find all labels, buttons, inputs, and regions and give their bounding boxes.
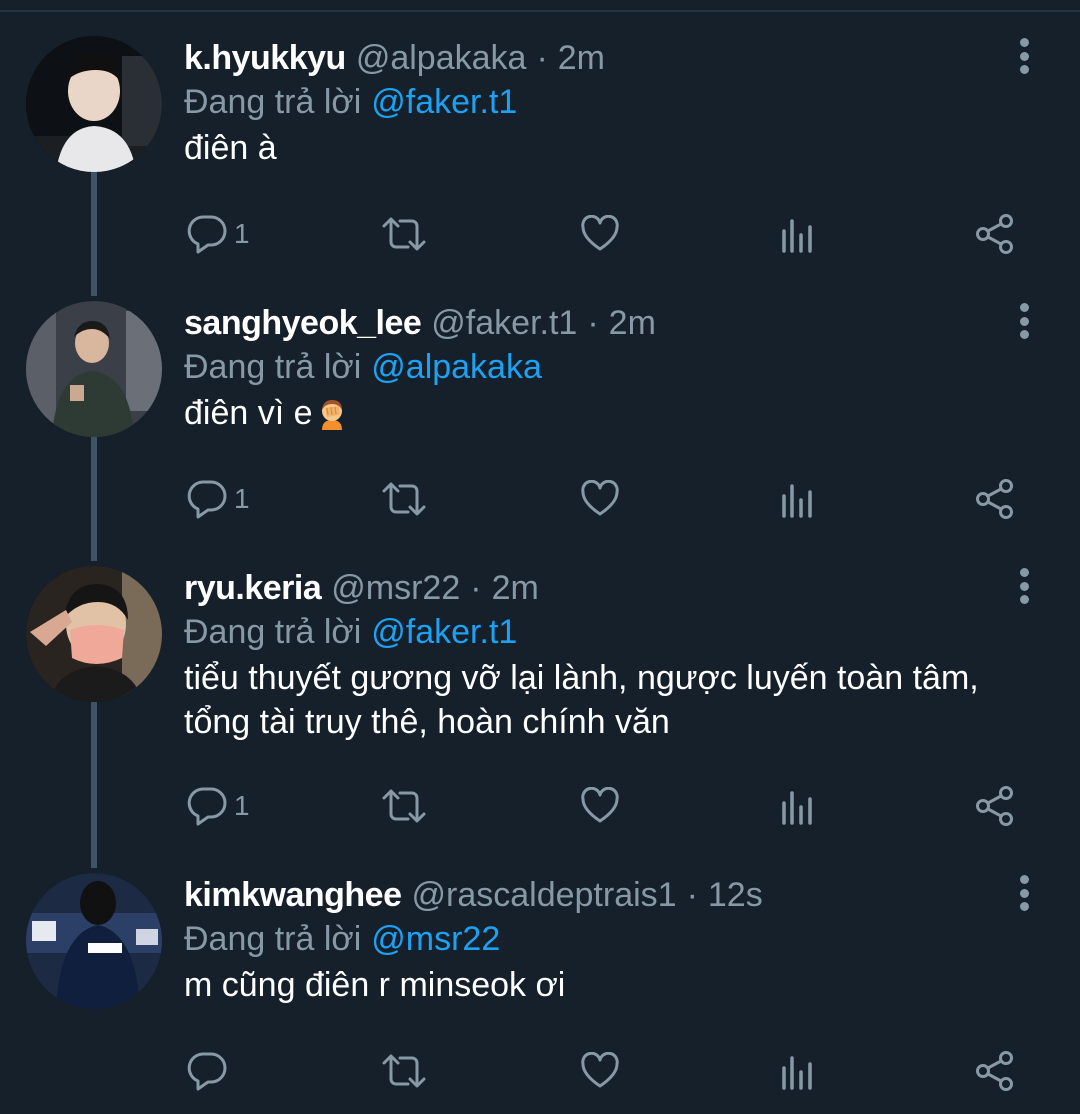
replying-to: Đang trả lời @faker.t1 <box>184 80 517 124</box>
tweet-text: điên vì e <box>184 391 1044 435</box>
mention-link[interactable]: @faker.t1 <box>371 83 517 121</box>
heart-icon <box>581 1052 619 1088</box>
more-vertical-icon[interactable] <box>1012 873 1036 913</box>
person-facepalming-emoji <box>321 400 342 430</box>
reply-button[interactable]: 1 <box>186 212 250 256</box>
timestamp[interactable]: 12s <box>708 873 763 917</box>
reply-icon <box>187 1052 227 1091</box>
tweet-text: điên à <box>184 129 277 167</box>
retweet-button[interactable] <box>380 784 428 828</box>
heart-icon <box>581 787 619 823</box>
reply-count: 1 <box>234 790 250 821</box>
user-handle[interactable]: @rascaldeptrais1 <box>411 873 676 917</box>
top-divider <box>0 10 1080 12</box>
analytics-button[interactable] <box>780 784 814 828</box>
action-bar: 1 <box>0 477 1080 521</box>
display-name[interactable]: k.hyukkyu <box>184 36 346 80</box>
replying-to-label: Đang trả lời <box>184 613 362 651</box>
share-icon <box>976 786 1013 826</box>
more-vertical-icon[interactable] <box>1012 301 1036 341</box>
share-icon <box>976 214 1013 254</box>
more-vertical-icon[interactable] <box>1012 36 1036 76</box>
mention-link[interactable]: @faker.t1 <box>371 613 517 651</box>
retweet-icon <box>382 1054 426 1088</box>
more-vertical-icon[interactable] <box>1012 566 1036 606</box>
retweet-icon <box>382 482 426 516</box>
replying-to-label: Đang trả lời <box>184 920 362 958</box>
avatar[interactable] <box>26 36 162 172</box>
mention-link[interactable]: @msr22 <box>371 920 500 958</box>
tweet-header: k.hyukkyu @alpakaka · 2m <box>184 36 605 80</box>
timestamp[interactable]: 2m <box>492 566 539 610</box>
retweet-icon <box>382 217 426 251</box>
separator-dot: · <box>686 876 698 914</box>
tweet-text-content: điên vì e <box>184 394 313 432</box>
reply-icon <box>187 480 227 519</box>
analytics-icon <box>782 1056 812 1090</box>
separator-dot: · <box>587 304 599 342</box>
share-button[interactable] <box>974 212 1016 256</box>
timestamp[interactable]: 2m <box>558 36 605 80</box>
tweet-header: kimkwanghee @rascaldeptrais1 · 12s <box>184 873 763 917</box>
share-icon <box>976 479 1013 519</box>
analytics-button[interactable] <box>780 477 814 521</box>
heart-icon <box>581 215 619 251</box>
replying-to: Đang trả lời @msr22 <box>184 917 500 961</box>
reply-button[interactable] <box>186 1049 234 1093</box>
tweet-header: sanghyeok_lee @faker.t1 · 2m <box>184 301 656 345</box>
tweet-text: tiểu thuyết gương vỡ lại lành, ngược luy… <box>184 659 979 741</box>
avatar[interactable] <box>26 873 162 1009</box>
share-button[interactable] <box>974 784 1016 828</box>
display-name[interactable]: sanghyeok_lee <box>184 301 422 345</box>
replying-to-label: Đang trả lời <box>184 83 362 121</box>
share-button[interactable] <box>974 1049 1016 1093</box>
share-icon <box>976 1051 1013 1091</box>
replying-to: Đang trả lời @alpakaka <box>184 345 542 389</box>
analytics-icon <box>782 484 812 518</box>
mention-link[interactable]: @alpakaka <box>371 348 542 386</box>
display-name[interactable]: ryu.keria <box>184 566 322 610</box>
like-button[interactable] <box>580 1049 620 1093</box>
like-button[interactable] <box>580 784 620 828</box>
reply-icon <box>187 215 227 254</box>
retweet-button[interactable] <box>380 1049 428 1093</box>
analytics-icon <box>782 791 812 825</box>
reply-button[interactable]: 1 <box>186 784 250 828</box>
avatar[interactable] <box>26 301 162 437</box>
reply-count: 1 <box>234 218 250 249</box>
analytics-button[interactable] <box>780 1049 814 1093</box>
timestamp[interactable]: 2m <box>609 301 656 345</box>
display-name[interactable]: kimkwanghee <box>184 873 402 917</box>
like-button[interactable] <box>580 212 620 256</box>
action-bar: 1 <box>0 212 1080 256</box>
retweet-button[interactable] <box>380 212 428 256</box>
action-bar: 1 <box>0 784 1080 828</box>
heart-icon <box>581 480 619 516</box>
reply-count: 1 <box>234 483 250 514</box>
tweet-text: m cũng điên r minseok ơi <box>184 966 566 1004</box>
replying-to-label: Đang trả lời <box>184 348 362 386</box>
analytics-button[interactable] <box>780 212 814 256</box>
avatar[interactable] <box>26 566 162 702</box>
tweet-header: ryu.keria @msr22 · 2m <box>184 566 539 610</box>
replying-to: Đang trả lời @faker.t1 <box>184 610 517 654</box>
separator-dot: · <box>536 39 548 77</box>
share-button[interactable] <box>974 477 1016 521</box>
user-handle[interactable]: @msr22 <box>331 566 460 610</box>
separator-dot: · <box>470 569 482 607</box>
like-button[interactable] <box>580 477 620 521</box>
reply-icon <box>187 787 227 826</box>
analytics-icon <box>782 219 812 253</box>
user-handle[interactable]: @faker.t1 <box>431 301 577 345</box>
retweet-button[interactable] <box>380 477 428 521</box>
retweet-icon <box>382 789 426 823</box>
action-bar <box>0 1049 1080 1093</box>
reply-button[interactable]: 1 <box>186 477 250 521</box>
user-handle[interactable]: @alpakaka <box>356 36 527 80</box>
